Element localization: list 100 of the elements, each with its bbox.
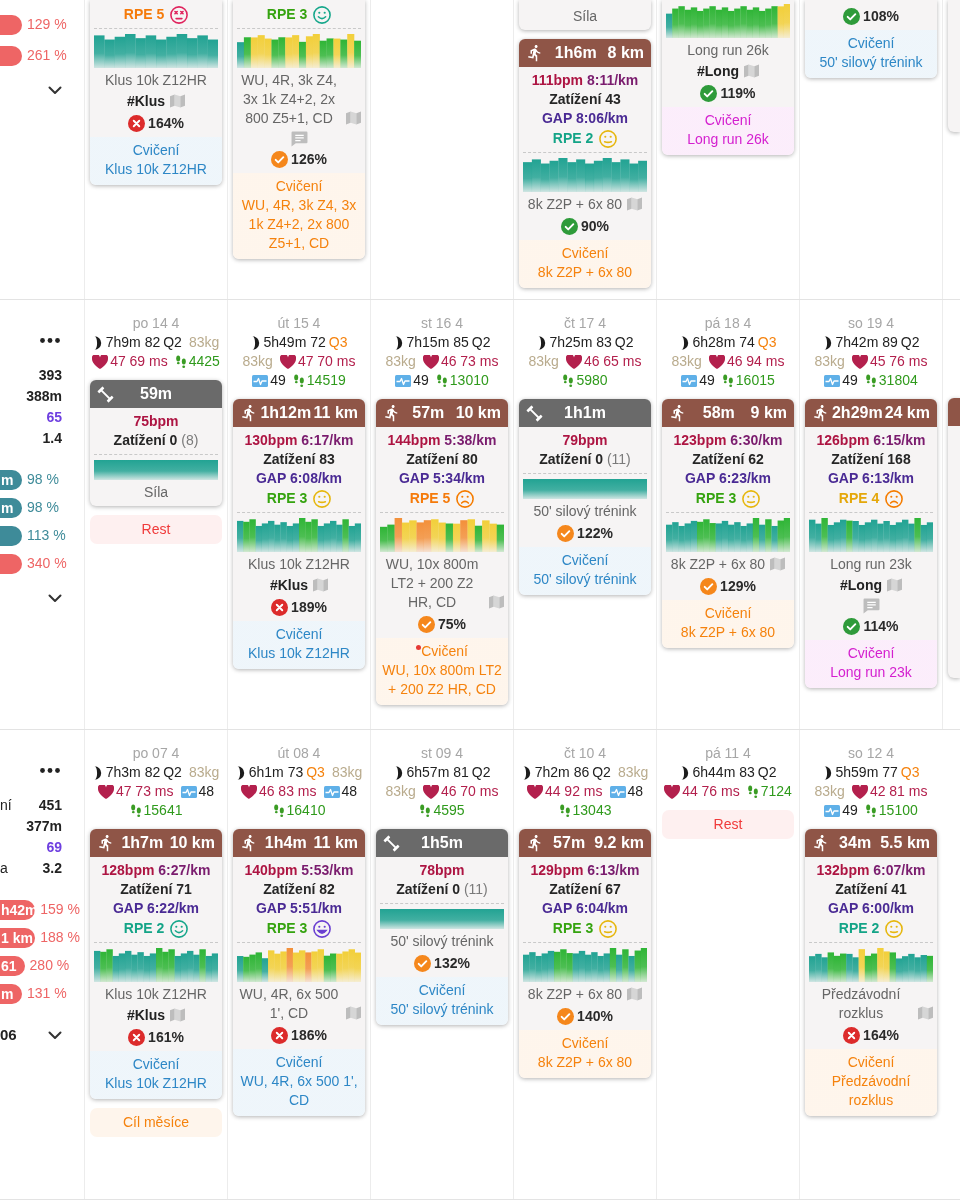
note-card[interactable]: Rest: [90, 515, 222, 544]
workout-name: 8k Z2P + 6x 80: [670, 555, 766, 574]
activity-card[interactable]: 108% Cvičení 50' silový trénink: [805, 0, 937, 78]
plan-label: Cvičení: [561, 244, 609, 263]
activity-card[interactable]: 1h7m 10 km 128bpm 6:27/km Zatížení 71 GAP 6:22/km RPE 2 Klus 10k Z12HR #Klus 161% Cvičení Klus 10k Z12HR: [90, 829, 222, 1099]
sleep-quality-text: Q3: [328, 333, 348, 352]
distance-text: 11 km: [313, 403, 358, 423]
activity-card[interactable]: RPE 3 WU, 4R, 3k Z4, 3x 1k Z4+2, 2x 800 Z5+1, CD 126% Cvičení WU, 4R, 3k Z4, 3x 1k Z4+2, 2x 800 Z5+1, CD: [233, 0, 365, 259]
dumbbell-icon: [97, 385, 114, 403]
planned-workout-panel[interactable]: Cvičení 50' silový trénink: [805, 30, 937, 78]
activity-card[interactable]: 2h29m24 km 126bpm 6:15/km Zatížení 168 GAP 6:13/km RPE 4 Long run 23k #Long 114% Cvičení Long run 23k: [805, 399, 937, 688]
rpe-text: RPE 3: [266, 919, 308, 938]
planned-workout-panel[interactable]: Cvičení Long run 23k: [805, 640, 937, 688]
sleep-text: 7h3m 82: [105, 763, 161, 782]
percent-text: 188 %: [40, 928, 80, 947]
more-options-icon[interactable]: [40, 338, 60, 343]
date-label: út 15 4: [277, 314, 321, 333]
moon-icon: [393, 335, 404, 350]
planned-workout-panel[interactable]: Cvičení 50' silový trénink: [376, 977, 508, 1025]
activity-card[interactable]: Long run 26k #Long 119% Cvičení Long run 26k: [662, 0, 794, 155]
planned-workout-panel[interactable]: Cvičení Long run 26k: [662, 107, 794, 155]
compliance-text: 164%: [148, 114, 184, 133]
plan-name: 8k Z2P + 6x 80: [536, 263, 634, 282]
date-label: po 14 4: [132, 314, 180, 333]
pulse-value: 49: [699, 371, 715, 390]
weight-text: 83kg: [814, 782, 845, 801]
x-circle-icon: [271, 599, 289, 616]
sleep-text: 7h25m 83: [549, 333, 612, 352]
gap-pace-text: GAP 5:51/km: [255, 899, 343, 918]
activity-card[interactable]: 1h12m11 km 130bpm 6:17/km Zatížení 83 GAP 6:08/km RPE 3 Klus 10k Z12HR #Klus 189% Cvičení Klus 10k Z12HR: [233, 399, 365, 669]
stat-value: 393: [38, 366, 62, 385]
planned-workout-panel[interactable]: Cvičení 50' silový trénink: [519, 547, 651, 595]
heart-icon: [565, 354, 582, 369]
heart-rate-text: 140bpm: [244, 862, 298, 878]
steps-text: 31804: [878, 371, 918, 390]
planned-workout-panel[interactable]: Cvičení WU, 4R, 3k Z4, 3x 1k Z4+2, 2x 800 Z5+1, CD: [233, 173, 365, 259]
heart-rate-text: 79bpm: [562, 432, 608, 448]
rpe-text: RPE 3: [552, 919, 594, 938]
load-text: Zatížení 43: [549, 90, 621, 109]
check-circle-icon: [700, 85, 718, 102]
steps-text: 7124: [760, 782, 792, 801]
planned-workout-panel[interactable]: Cvičení WU, 10x 800m LT2 + 200 Z2 HR, CD: [376, 638, 508, 705]
planned-workout-panel[interactable]: Cvičení Klus 10k Z12HR: [233, 621, 365, 669]
note-card[interactable]: Cíl měsíce: [90, 1108, 222, 1137]
activity-card[interactable]: 1h1m 79bpm Zatížení 0 (11) 50' silový trénink 122% Cvičení 50' silový trénink: [519, 399, 651, 595]
planned-workout-panel[interactable]: Cvičení 8k Z2P + 6x 80: [519, 1030, 651, 1078]
check-circle-icon: [843, 618, 861, 635]
activity-card[interactable]: 1h6m 8 km 111bpm 8:11/km Zatížení 43 GAP 8:06/km RPE 2 8k Z2P + 6x 80 90% Cvičení 8k Z2P + 6x 80: [519, 39, 651, 288]
duration-text: 34m: [838, 833, 873, 853]
distance-text: 11 km: [313, 833, 358, 853]
planned-workout-panel[interactable]: Cvičení Klus 10k Z12HR: [90, 1051, 222, 1099]
steps-text: 16410: [286, 801, 326, 820]
plan-label: Cvičení: [704, 604, 752, 623]
plan-label: Cvičení: [421, 642, 468, 661]
weight-text: 83kg: [385, 352, 416, 371]
planned-workout-panel[interactable]: Cvičení WU, 4R, 6x 500 1', CD: [233, 1049, 365, 1116]
planned-workout-panel[interactable]: Cvičení 8k Z2P + 6x 80: [519, 240, 651, 288]
activity-card[interactable]: 57m 10 km 144bpm 5:38/km Zatížení 80 GAP 5:34/km RPE 5 WU, 10x 800m LT2 + 200 Z2 HR, CD 75% Cvičení WU, 10x 800m LT2 + 200 Z2 HR, CD: [376, 399, 508, 705]
pace-text: 6:17/km: [301, 432, 354, 448]
moon-icon: [393, 765, 404, 780]
steps-text: 5980: [576, 371, 608, 390]
more-options-icon[interactable]: [40, 768, 60, 773]
neutral-face-icon: [885, 919, 904, 938]
stat-value: 65: [46, 408, 62, 427]
load-text: Zatížení 0 (8): [113, 431, 199, 450]
heart-rate-variability-text: 46 65 ms: [583, 352, 642, 371]
heart-icon: [708, 354, 725, 369]
weight-text: 83kg: [331, 763, 363, 782]
activity-card[interactable]: RPE 5 Klus 10k Z12HR #Klus 164% Cvičení Klus 10k Z12HR: [90, 0, 222, 185]
duration-text: 57m: [411, 403, 446, 423]
workout-name: 8k Z2P + 6x 80: [527, 985, 623, 1004]
chevron-down-icon[interactable]: [48, 1030, 62, 1040]
summary-text: 06: [0, 1025, 17, 1045]
percent-text: 129 %: [27, 15, 67, 34]
workout-name: Klus 10k Z12HR: [248, 555, 350, 574]
pulse-icon: [609, 785, 626, 798]
check-circle-icon: [418, 616, 435, 633]
activity-card[interactable]: Síla: [519, 0, 651, 30]
date-label: út 08 4: [277, 744, 321, 763]
activity-card[interactable]: 58m 9 km 123bpm 6:30/km Zatížení 62 GAP 6:23/km RPE 3 8k Z2P + 6x 80 129% Cvičení 8k Z2P + 6x 80: [662, 399, 794, 648]
activity-card[interactable]: 34m 5.5 km 132bpm 6:07/km Zatížení 41 GAP 6:00/km RPE 2 Předzávodní rozklus 164% Cvičení Předzávodní rozklus: [805, 829, 937, 1116]
footprints-icon: [292, 373, 305, 388]
planned-workout-panel[interactable]: Cvičení Předzávodní rozklus: [805, 1049, 937, 1116]
sleep-quality-text: Q2: [163, 763, 182, 782]
activity-card[interactable]: 1h4m 11 km 140bpm 5:53/km Zatížení 82 GAP 5:51/km RPE 3 WU, 4R, 6x 500 1', CD 186% Cvičení WU, 4R, 6x 500 1', CD: [233, 829, 365, 1116]
activity-card[interactable]: 59m 75bpm Zatížení 0 (8) Síla: [90, 380, 222, 506]
pulse-value: 49: [413, 371, 429, 390]
activity-card[interactable]: 1h5m 78bpm Zatížení 0 (11) 50' silový trénink 132% Cvičení 50' silový trénink: [376, 829, 508, 1025]
planned-workout-panel[interactable]: Cvičení Klus 10k Z12HR: [90, 137, 222, 185]
rpe-text: RPE 3: [266, 489, 308, 508]
chevron-down-icon[interactable]: [48, 594, 62, 603]
heart-rate-text: 144bpm: [387, 432, 441, 448]
note-card[interactable]: Rest: [662, 810, 794, 839]
activity-card[interactable]: 57m 9.2 km 129bpm 6:13/km Zatížení 67 GAP 6:04/km RPE 3 8k Z2P + 6x 80 140% Cvičení 8k Z2P + 6x 80: [519, 829, 651, 1078]
load-text: Zatížení 41: [835, 880, 907, 899]
steps-text: 4595: [433, 801, 465, 820]
sleep-quality-text: Q2: [471, 763, 491, 782]
chevron-down-icon[interactable]: [48, 86, 62, 95]
planned-workout-panel[interactable]: Cvičení 8k Z2P + 6x 80: [662, 600, 794, 648]
duration-text: 58m: [701, 403, 736, 423]
